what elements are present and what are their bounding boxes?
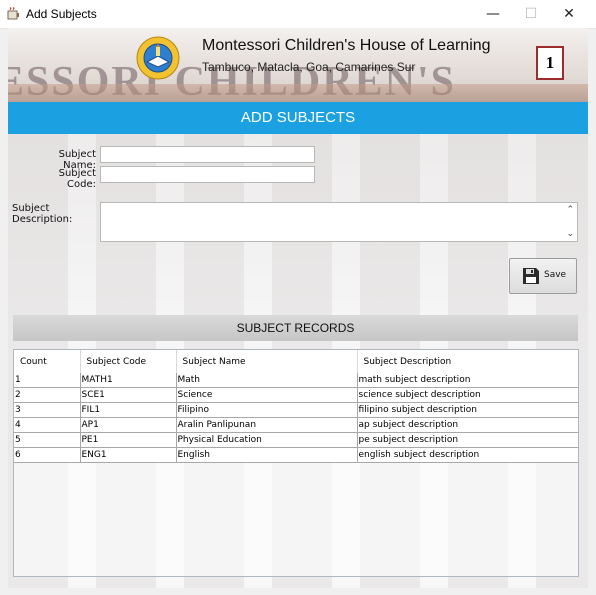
cell-subject-description: science subject description [357,387,578,403]
subject-records-table[interactable]: Count Subject Code Subject Name Subject … [13,349,579,577]
subject-code-label: Subject Code: [58,168,96,190]
subject-name-input[interactable] [100,146,315,163]
cell-subject-code: FIL1 [80,402,177,418]
window-titlebar: Add Subjects — ☐ ✕ [0,0,596,29]
school-logo-icon [136,36,180,80]
banner-roof-strip [8,84,588,102]
subject-description-label: Subject Description: [12,203,73,225]
cell-subject-name: Math [176,373,358,388]
window-title: Add Subjects [26,7,97,21]
cell-subject-name: Filipino [176,402,358,418]
subject-records-header: SUBJECT RECORDS [13,315,578,341]
scroll-up-icon[interactable]: ⌃ [566,205,574,215]
column-header-count[interactable]: Count [14,350,81,373]
cell-subject-code: ENG1 [80,447,177,463]
window-content: ESSORI CHILDREN'S Montessori Children's … [8,28,588,588]
scroll-down-icon[interactable]: ⌄ [566,229,574,239]
cell-subject-name: Science [176,387,358,403]
close-icon[interactable]: ✕ [546,0,592,28]
cell-subject-description: ap subject description [357,417,578,433]
column-header-subject-description[interactable]: Subject Description [357,350,578,373]
page-title: ADD SUBJECTS [8,102,588,134]
cell-subject-code: SCE1 [80,387,177,403]
school-banner: ESSORI CHILDREN'S Montessori Children's … [8,28,588,102]
cell-subject-code: AP1 [80,417,177,433]
page-number-badge: 1 [536,46,564,80]
table-header-row: Count Subject Code Subject Name Subject … [14,350,578,373]
column-header-subject-name[interactable]: Subject Name [176,350,358,373]
cell-count: 3 [14,402,81,418]
table-row[interactable]: 4 AP1 Aralin Panlipunan ap subject descr… [14,417,578,433]
column-header-subject-code[interactable]: Subject Code [80,350,177,373]
cell-subject-name: Aralin Panlipunan [176,417,358,433]
cell-subject-description: math subject description [357,373,578,388]
cell-subject-description: filipino subject description [357,402,578,418]
cell-subject-description: pe subject description [357,432,578,448]
table-row[interactable]: 1 MATH1 Math math subject description [14,373,578,388]
subject-description-textarea[interactable]: ⌃ ⌄ [100,202,578,242]
cell-count: 4 [14,417,81,433]
subject-code-input[interactable] [100,166,315,183]
table-row[interactable]: 2 SCE1 Science science subject descripti… [14,387,578,403]
table-row[interactable]: 5 PE1 Physical Education pe subject desc… [14,432,578,448]
save-button[interactable]: Save [509,258,577,294]
table-row[interactable]: 3 FIL1 Filipino filipino subject descrip… [14,402,578,418]
add-subject-form: ADD SUBJECTS Subject Name: Subject Code:… [8,102,588,588]
cell-subject-name: Physical Education [176,432,358,448]
save-button-label: Save [544,270,567,280]
cell-count: 6 [14,447,81,463]
cell-count: 5 [14,432,81,448]
cell-subject-description: english subject description [357,447,578,463]
cell-subject-name: English [176,447,358,463]
cell-subject-code: MATH1 [80,373,177,388]
school-address: Tambuco, Matacla, Goa, Camarines Sur [202,60,416,74]
java-app-icon [7,7,19,20]
cell-count: 1 [14,373,81,388]
school-name: Montessori Children's House of Learning [202,37,491,54]
table-row[interactable]: 6 ENG1 English english subject descripti… [14,447,578,463]
cell-subject-code: PE1 [80,432,177,448]
cell-count: 2 [14,387,81,403]
floppy-disk-icon [523,268,539,284]
